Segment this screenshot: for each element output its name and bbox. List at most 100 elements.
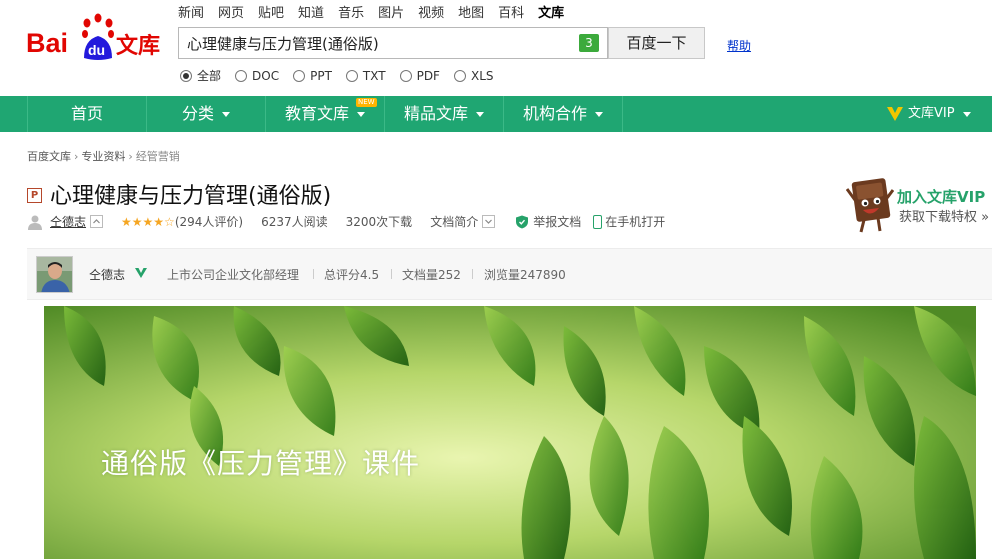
caret-down-icon: [357, 112, 365, 117]
nav-home[interactable]: 首页: [28, 96, 146, 132]
mobile-icon: [593, 214, 603, 229]
chevron-right-icon: ›: [74, 149, 79, 163]
summary-expand-button[interactable]: [482, 215, 496, 228]
page-right-margin: [976, 300, 992, 559]
filter-xls[interactable]: XLS: [453, 67, 494, 84]
baidu-wenku-logo[interactable]: Bai du 文库: [26, 12, 168, 62]
read-count: 6237人阅读: [261, 215, 328, 229]
chevron-down-icon: [485, 219, 493, 224]
new-badge: NEW: [356, 98, 377, 107]
author-bar-name[interactable]: 仝德志: [89, 266, 125, 283]
nav-education-label: 教育文库: [284, 104, 349, 123]
caret-down-icon: [595, 112, 603, 117]
vip-promo[interactable]: 加入文库VIP 获取下载特权 »: [846, 176, 992, 236]
radio-icon[interactable]: [453, 69, 466, 82]
slide-title: 通俗版《压力管理》课件: [101, 447, 421, 480]
filter-label: PDF: [416, 68, 440, 83]
filter-ppt[interactable]: PPT: [293, 67, 332, 84]
filter-label: 全部: [197, 69, 222, 83]
top-nav-tieba[interactable]: 贴吧: [258, 2, 284, 21]
top-nav-zhidao[interactable]: 知道: [298, 2, 324, 21]
top-nav-images[interactable]: 图片: [378, 2, 404, 21]
filter-all[interactable]: 全部: [180, 67, 221, 84]
double-chevron-right-icon: »: [981, 210, 990, 225]
breadcrumb: 百度文库 › 专业资料 › 经管营销: [27, 148, 180, 164]
vip-promo-subtitle-text: 获取下载特权: [899, 210, 978, 225]
vip-promo-subtitle[interactable]: 获取下载特权 »: [899, 206, 989, 225]
search-button[interactable]: 百度一下: [608, 27, 705, 59]
rating-stars-icon: ★★★★☆: [121, 214, 175, 229]
breadcrumb-professional[interactable]: 专业资料: [81, 148, 125, 164]
download-count: 3200次下载: [345, 215, 413, 229]
caret-down-icon: [222, 112, 230, 117]
page-title: 心理健康与压力管理(通俗版): [50, 184, 332, 209]
report-link[interactable]: 举报文档: [533, 213, 581, 230]
user-icon: [28, 215, 42, 230]
vip-badge-icon: [887, 107, 903, 121]
breadcrumb-marketing[interactable]: 经管营销: [136, 148, 180, 164]
filter-label: DOC: [252, 68, 280, 83]
vip-promo-title[interactable]: 加入文库VIP: [897, 186, 985, 207]
logo-wenku-text: 文库: [116, 33, 160, 59]
filter-doc[interactable]: DOC: [235, 67, 279, 84]
radio-icon[interactable]: [235, 69, 248, 82]
filter-pdf[interactable]: PDF: [399, 67, 440, 84]
nav-category[interactable]: 分类: [147, 96, 265, 132]
top-nav-video[interactable]: 视频: [418, 2, 444, 21]
radio-icon[interactable]: [399, 69, 412, 82]
caret-down-icon: [962, 111, 971, 117]
main-navbar: 首页 分类 教育文库 NEW 精品文库 机构合作 文库VIP: [0, 96, 992, 132]
logo-bai-text: Bai: [26, 28, 68, 58]
breadcrumb-wenku[interactable]: 百度文库: [27, 148, 71, 164]
verified-v-icon: [135, 268, 147, 278]
open-on-mobile-link[interactable]: 在手机打开: [605, 213, 665, 230]
info-divider: [391, 269, 392, 279]
logo-du-text: du: [88, 42, 105, 58]
filter-label: XLS: [470, 68, 494, 83]
nav-vip[interactable]: 文库VIP: [886, 96, 971, 132]
author-link[interactable]: 仝德志: [50, 213, 86, 230]
top-nav-web[interactable]: 网页: [218, 2, 244, 21]
search-box[interactable]: 3: [178, 27, 608, 59]
radio-icon[interactable]: [345, 69, 358, 82]
filter-label: TXT: [362, 68, 386, 83]
chevron-up-icon: [93, 219, 100, 224]
nav-premium-label: 精品文库: [403, 104, 468, 123]
chevron-right-icon: ›: [128, 149, 133, 163]
nav-cooperation-label: 机构合作: [522, 104, 587, 123]
info-divider: [313, 269, 314, 279]
info-divider: [472, 269, 473, 279]
summary-label[interactable]: 文档简介: [430, 213, 478, 230]
nav-premium[interactable]: 精品文库: [385, 96, 503, 132]
top-nav-news[interactable]: 新闻: [178, 2, 204, 21]
caret-down-icon: [476, 112, 484, 117]
help-link[interactable]: 帮助: [727, 37, 751, 54]
avatar[interactable]: [36, 256, 73, 293]
top-nav-music[interactable]: 音乐: [338, 2, 364, 21]
doc-meta: 仝德志 ★★★★☆ (294人评价) 6237人阅读 3200次下载 文档简介 …: [27, 213, 665, 230]
search-suggest-badge[interactable]: 3: [579, 34, 599, 52]
author-views: 浏览量247890: [484, 268, 566, 282]
top-nav-map[interactable]: 地图: [458, 2, 484, 21]
top-nav-wenku[interactable]: 文库: [538, 2, 564, 21]
search-input[interactable]: [179, 28, 569, 58]
rating-count[interactable]: (294人评价): [175, 213, 243, 230]
radio-icon[interactable]: [293, 69, 306, 82]
nav-category-label: 分类: [181, 104, 214, 123]
filter-txt[interactable]: TXT: [345, 67, 386, 84]
author-expand-button[interactable]: [90, 215, 104, 228]
radio-icon-checked[interactable]: [180, 69, 192, 82]
author-role: 上市公司企业文化部经理: [167, 268, 300, 282]
author-score: 总评分4.5: [324, 268, 380, 282]
author-info-bar: 仝德志 上市公司企业文化部经理 总评分4.5 文档量252 浏览量247890: [27, 248, 992, 300]
leaves-background-image: [44, 306, 976, 559]
top-nav-baike[interactable]: 百科: [498, 2, 524, 21]
slide-preview: 通俗版《压力管理》课件: [44, 306, 976, 559]
author-doc-count: 文档量252: [402, 268, 461, 282]
book-mascot-icon: [846, 178, 894, 233]
doc-type-filters: 全部 DOC PPT TXT PDF XLS: [180, 67, 508, 84]
nav-cooperation[interactable]: 机构合作: [504, 96, 622, 132]
top-nav: 新闻 网页 贴吧 知道 音乐 图片 视频 地图 百科 文库: [178, 2, 578, 21]
nav-divider: [622, 96, 623, 132]
nav-vip-label: 文库VIP: [908, 106, 955, 121]
